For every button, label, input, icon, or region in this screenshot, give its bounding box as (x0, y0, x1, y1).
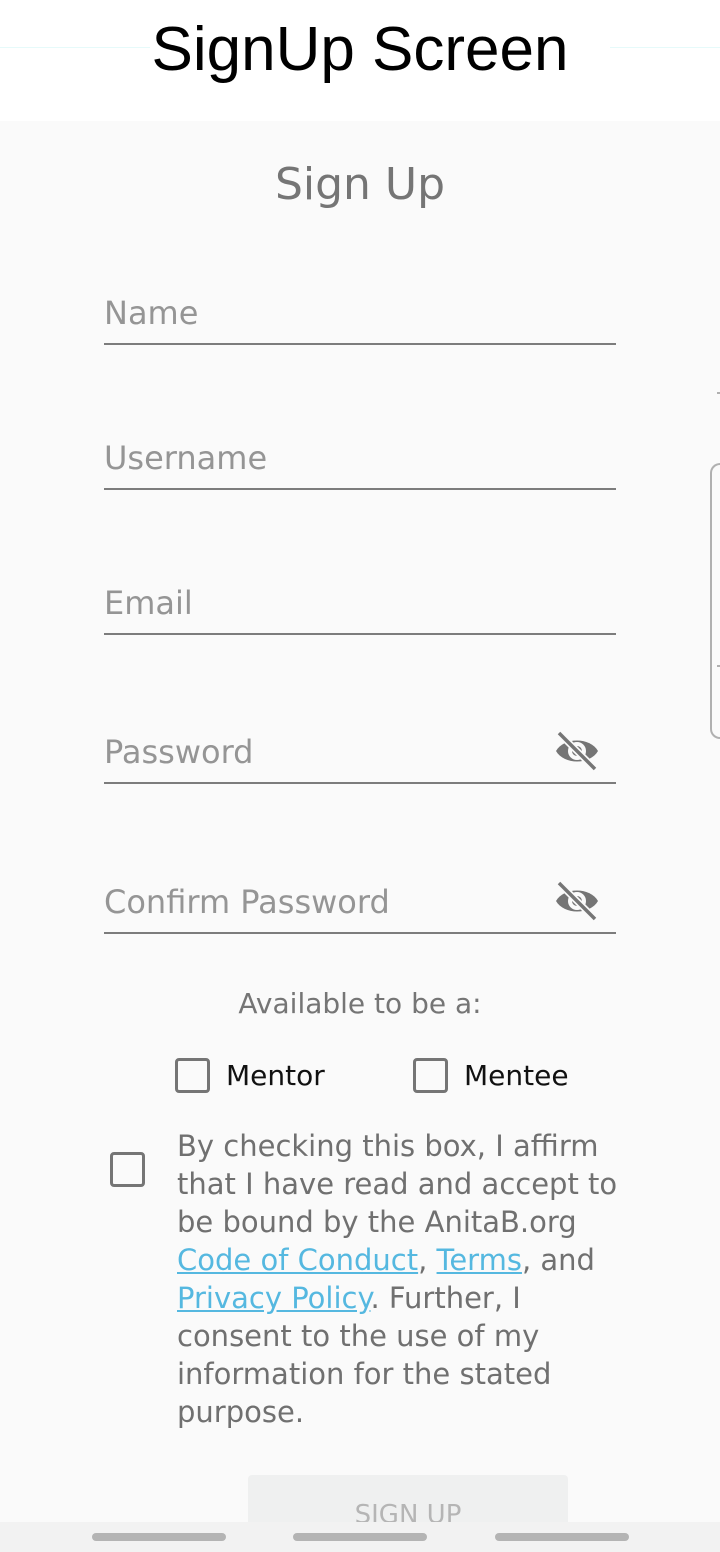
password-field[interactable] (104, 724, 616, 784)
navigation-bar (0, 1522, 720, 1552)
terms-separator: , (418, 1243, 437, 1277)
code-of-conduct-link[interactable]: Code of Conduct (177, 1243, 418, 1277)
email-field[interactable] (104, 575, 616, 635)
nav-recents-button[interactable] (92, 1533, 226, 1541)
mentor-checkbox[interactable] (175, 1057, 210, 1093)
name-input[interactable] (104, 291, 544, 335)
caption-bar: SignUp Screen (0, 0, 720, 121)
mentor-option[interactable]: Mentor (175, 1055, 325, 1095)
terms-separator: , and (521, 1243, 595, 1277)
mentor-label: Mentor (226, 1058, 325, 1092)
name-field[interactable] (104, 285, 616, 345)
email-input[interactable] (104, 581, 544, 625)
caption-title: SignUp Screen (151, 15, 569, 84)
page-title: Sign Up (274, 159, 446, 210)
terms-text-before: By checking this box, I affirm that I ha… (177, 1129, 618, 1239)
availability-label: Available to be a: (238, 987, 482, 1020)
signup-screen: Sign Up Name Username Email Available to… (0, 121, 720, 1552)
nav-home-button[interactable] (293, 1533, 427, 1541)
mentee-label: Mentee (464, 1058, 569, 1092)
nav-back-button[interactable] (495, 1533, 629, 1541)
password-input[interactable] (104, 730, 544, 774)
edge-panel-handle[interactable] (710, 463, 720, 739)
mentee-checkbox[interactable] (413, 1057, 448, 1093)
mentee-option[interactable]: Mentee (413, 1055, 569, 1095)
terms-text: By checking this box, I affirm that I ha… (177, 1127, 627, 1431)
visibility-off-icon[interactable] (554, 728, 600, 774)
username-input[interactable] (104, 436, 544, 480)
confirm-password-input[interactable] (104, 880, 544, 924)
confirm-password-field[interactable] (104, 874, 616, 934)
privacy-policy-link[interactable]: Privacy Policy (177, 1281, 371, 1315)
username-field[interactable] (104, 430, 616, 490)
visibility-off-icon[interactable] (554, 878, 600, 924)
terms-link[interactable]: Terms (437, 1243, 522, 1277)
terms-checkbox[interactable] (110, 1152, 145, 1187)
